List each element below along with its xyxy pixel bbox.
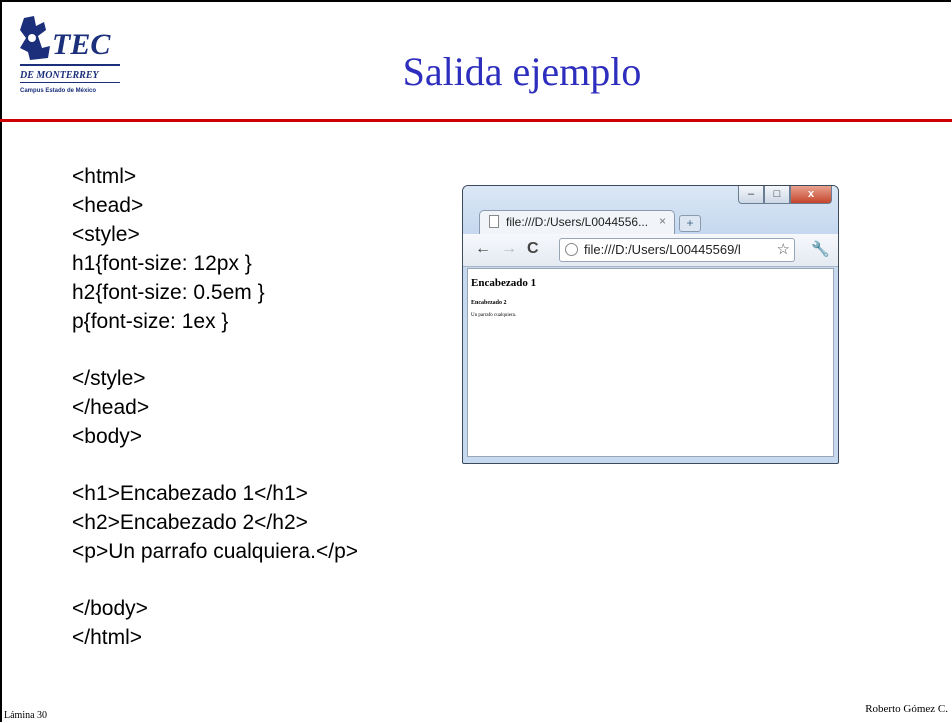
code-line: <body> [72, 425, 143, 448]
address-bar[interactable]: file:///D:/Users/L00445569/l ☆ [559, 238, 795, 262]
browser-tab[interactable]: file:///D:/Users/L0044556... × [479, 210, 675, 234]
code-line: <p>Un parrafo cualquiera.</p> [72, 540, 359, 563]
page-heading-2: Encabezado 2 [471, 300, 507, 306]
slide-title: Salida ejemplo [402, 49, 642, 94]
logo-campus: Campus Estado de México [20, 88, 96, 94]
minimize-button[interactable]: – [738, 186, 764, 204]
page-heading-1: Encabezado 1 [471, 277, 537, 289]
code-line: <style> [72, 223, 140, 246]
code-line: </body> [72, 597, 148, 620]
logo-subtitle: DE MONTERREY [19, 70, 100, 81]
browser-toolbar: ← → C file:///D:/Users/L00445569/l ☆ 🔧 [463, 234, 838, 267]
maximize-button[interactable]: □ [764, 186, 790, 204]
browser-titlebar: – □ x file:///D:/Users/L0044556... × + [463, 186, 838, 240]
code-line: <h1>Encabezado 1</h1> [72, 482, 308, 505]
reload-icon[interactable]: C [527, 240, 539, 258]
url-text: file:///D:/Users/L00445569/l [584, 242, 741, 257]
code-line: p{font-size: 1ex } [72, 310, 229, 333]
code-block: <html> <head> <style> h1{font-size: 12px } h… [72, 162, 358, 652]
code-line: h1{font-size: 12px } [72, 252, 252, 275]
code-line: <head> [72, 194, 144, 217]
code-line: <html> [72, 165, 137, 188]
forward-icon[interactable]: → [501, 240, 517, 258]
wrench-icon[interactable]: 🔧 [811, 240, 830, 258]
browser-window: – □ x file:///D:/Users/L0044556... × + ←… [462, 185, 839, 464]
star-icon[interactable]: ☆ [776, 240, 790, 258]
tec-logo: TEC DE MONTERREY Campus Estado de México [19, 16, 120, 94]
globe-icon [565, 243, 578, 256]
code-line: </style> [72, 367, 146, 390]
tab-title: file:///D:/Users/L0044556... [506, 215, 649, 229]
tab-close-icon[interactable]: × [659, 214, 666, 228]
page-paragraph: Un parrafo cualquiera. [471, 313, 517, 318]
page-icon [489, 215, 499, 228]
code-line: </head> [72, 396, 150, 419]
svg-text:TEC: TEC [52, 28, 111, 61]
code-line: </html> [72, 626, 143, 649]
slide-number: Lámina 30 [4, 710, 48, 721]
window-controls: – □ x [738, 186, 832, 206]
code-line: h2{font-size: 0.5em } [72, 281, 265, 304]
author-name: Roberto Gómez C. [865, 703, 948, 715]
close-button[interactable]: x [790, 186, 832, 204]
back-icon[interactable]: ← [475, 240, 491, 258]
code-line: <h2>Encabezado 2</h2> [72, 511, 308, 534]
page-content: Encabezado 1 Encabezado 2 Un parrafo cua… [467, 268, 834, 457]
title-divider [0, 119, 952, 122]
new-tab-button[interactable]: + [679, 215, 701, 232]
